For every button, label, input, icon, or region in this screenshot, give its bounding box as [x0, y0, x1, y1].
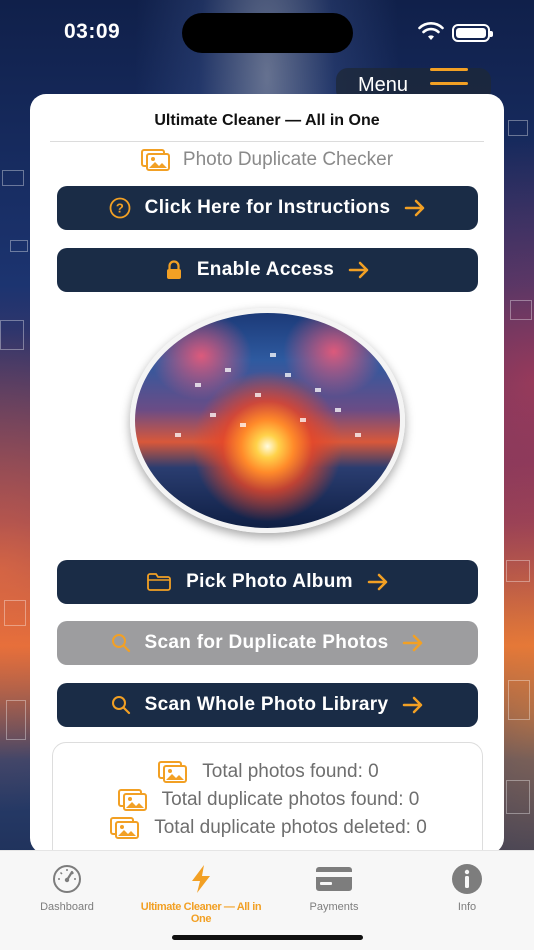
card-title: Ultimate Cleaner — All in One [154, 112, 380, 129]
magnifier-icon [111, 695, 131, 715]
enable-access-button[interactable]: Enable Access [57, 248, 478, 292]
tab-dashboard[interactable]: Dashboard [0, 863, 134, 913]
stat-duplicates-found: Total duplicate photos found: 0 [53, 789, 484, 811]
question-circle-icon: ? [109, 197, 131, 219]
photos-icon [140, 149, 170, 171]
divider [50, 141, 484, 142]
stat-total-found-text: Total photos found: 0 [202, 761, 379, 782]
arrow-right-icon [402, 696, 424, 714]
enable-access-label: Enable Access [196, 259, 335, 280]
scan-duplicates-label: Scan for Duplicate Photos [144, 632, 389, 653]
tab-info[interactable]: Info [400, 863, 534, 913]
stat-duplicates-deleted-text: Total duplicate photos deleted: 0 [154, 817, 427, 838]
scan-library-label: Scan Whole Photo Library [144, 694, 389, 715]
pick-album-label: Pick Photo Album [186, 571, 353, 592]
tab-payments-label: Payments [309, 901, 359, 913]
arrow-right-icon [402, 634, 424, 652]
svg-text:?: ? [116, 201, 124, 216]
credit-card-icon [267, 863, 401, 895]
tab-dashboard-label: Dashboard [40, 901, 94, 913]
tab-payments[interactable]: Payments [267, 863, 401, 913]
instructions-label: Click Here for Instructions [144, 197, 391, 218]
info-icon [400, 863, 534, 895]
stats-panel: Total photos found: 0 Total duplicate ph… [52, 742, 483, 854]
status-time: 03:09 [64, 20, 121, 43]
wifi-icon [418, 22, 444, 40]
hero-image [130, 308, 405, 533]
gauge-icon [0, 863, 134, 895]
arrow-right-icon [404, 199, 426, 217]
arrow-right-icon [348, 261, 370, 279]
tab-info-label: Info [457, 901, 477, 913]
bolt-icon [134, 863, 268, 895]
battery-icon [452, 24, 493, 42]
subtitle-text: Photo Duplicate Checker [182, 149, 394, 170]
scan-duplicates-button[interactable]: Scan for Duplicate Photos [57, 621, 478, 665]
instructions-button[interactable]: ? Click Here for Instructions [57, 186, 478, 230]
magnifier-icon [111, 633, 131, 653]
status-bar: 03:09 [0, 0, 534, 64]
scan-library-button[interactable]: Scan Whole Photo Library [57, 683, 478, 727]
home-indicator [172, 935, 363, 940]
tab-ultimate-cleaner[interactable]: Ultimate Cleaner — All in One [134, 863, 268, 925]
dynamic-island [182, 13, 353, 53]
folder-icon [146, 572, 172, 592]
photos-icon [117, 789, 147, 811]
photos-icon [110, 817, 140, 839]
main-card: Ultimate Cleaner — All in One Photo Dupl… [30, 94, 504, 854]
stat-duplicates-deleted: Total duplicate photos deleted: 0 [53, 817, 484, 839]
card-subtitle: Photo Duplicate Checker [30, 148, 504, 172]
lock-icon [165, 260, 183, 280]
pick-album-button[interactable]: Pick Photo Album [57, 560, 478, 604]
tab-ultimate-cleaner-label: Ultimate Cleaner — All in One [140, 901, 262, 925]
photos-icon [158, 761, 188, 783]
stat-total-found: Total photos found: 0 [53, 761, 484, 783]
stat-duplicates-found-text: Total duplicate photos found: 0 [161, 789, 420, 810]
arrow-right-icon [367, 573, 389, 591]
